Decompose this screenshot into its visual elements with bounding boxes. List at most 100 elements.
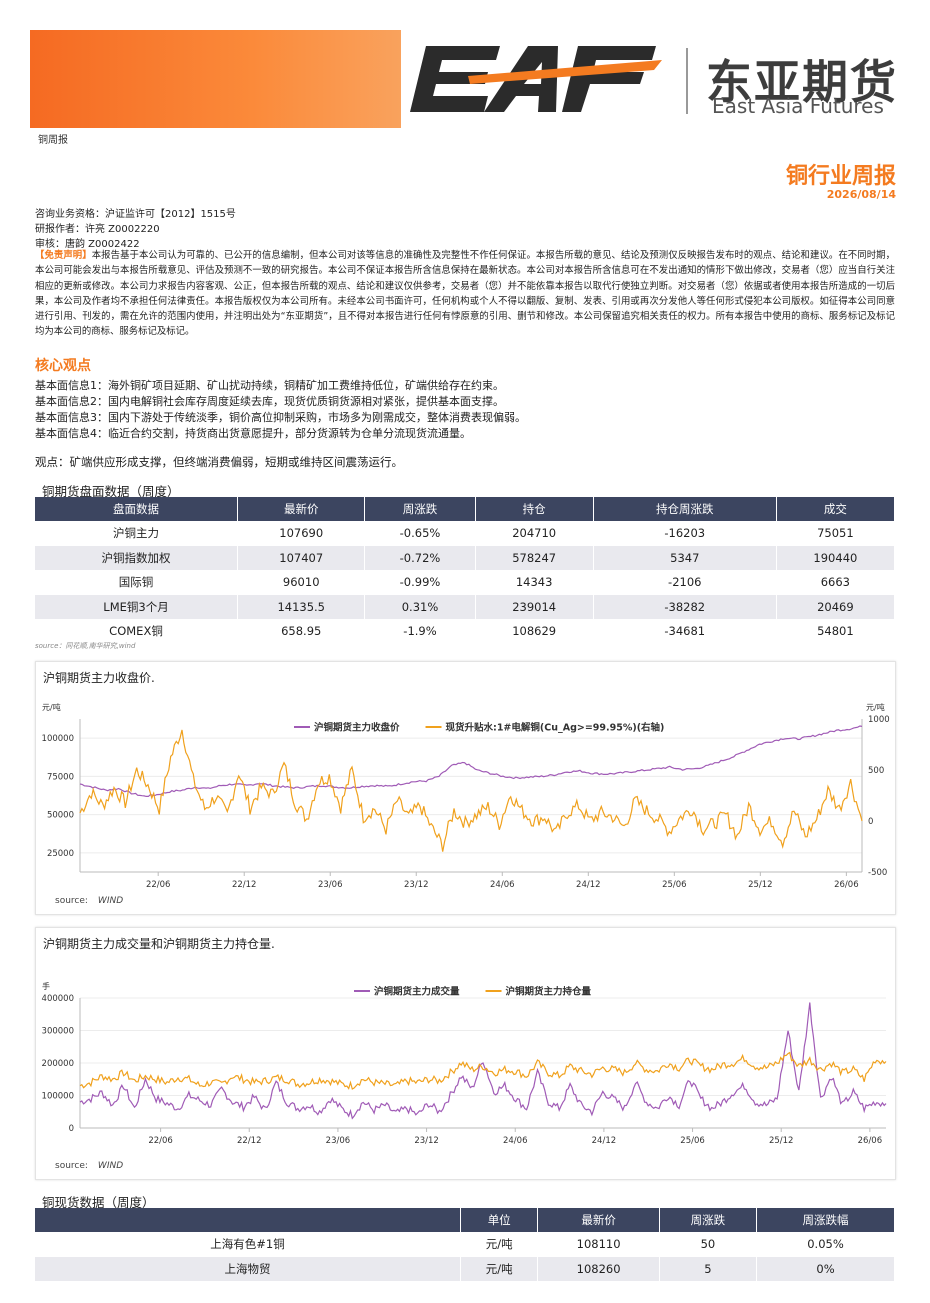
core-item: 基本面信息4：临近合约交割，持货商出货意愿提升，部分货源转为仓单分流现货流通量。 bbox=[35, 427, 471, 440]
table-header: 周涨跌幅 bbox=[756, 1208, 895, 1232]
chart2-source-label: source: bbox=[55, 1161, 88, 1171]
logo-divider bbox=[686, 48, 688, 114]
y-axis-unit: 元/吨 bbox=[42, 702, 61, 712]
y-tick-label: 100000 bbox=[42, 1092, 74, 1102]
table-cell: 元/吨 bbox=[460, 1256, 539, 1281]
y-tick-label: 100000 bbox=[42, 734, 74, 744]
chart2-svg: 沪铜期货主力成交量 沪铜期货主力持仓量 手 400000 300000 200000 100… bbox=[42, 981, 887, 1146]
chart1-title: 沪铜期货主力收盘价. bbox=[43, 671, 155, 685]
series-line bbox=[79, 1051, 887, 1090]
x-tick-label: 26/06 bbox=[834, 880, 859, 890]
table-header: 周涨跌 bbox=[659, 1208, 758, 1232]
futures-table: 盘面数据 最新价 周涨跌 持仓 持仓周涨跌 成交 沪铜主力 107690 -0.65… bbox=[35, 497, 896, 644]
chart1-source-label: source: bbox=[55, 896, 88, 906]
table-row: 国际铜 96010 -0.99% 14343 -2106 6663 bbox=[35, 570, 896, 595]
table-cell: 108629 bbox=[475, 619, 594, 644]
x-tick-label: 25/12 bbox=[769, 1136, 794, 1146]
table-cell: 108110 bbox=[537, 1232, 660, 1257]
table-cell: 5347 bbox=[593, 545, 777, 570]
core-views-heading: 核心观点 bbox=[35, 358, 91, 374]
table-cell: 上海有色#1铜 bbox=[35, 1232, 461, 1257]
table-row: 沪铜主力 107690 -0.65% 204710 -16203 75051 bbox=[35, 521, 896, 546]
y-axis-unit: 手 bbox=[42, 981, 50, 991]
x-tick-label: 22/06 bbox=[148, 1136, 173, 1146]
chart1-panel: 沪铜期货主力收盘价. 沪铜期货主力收盘价 现货升贴水:1#电解铜(Cu_Ag>=9… bbox=[35, 661, 896, 915]
table-cell: 96010 bbox=[237, 570, 366, 595]
table-header: 最新价 bbox=[237, 497, 366, 521]
table-cell: -0.72% bbox=[364, 545, 476, 570]
table-cell: 239014 bbox=[475, 594, 594, 619]
table-header bbox=[35, 1208, 461, 1232]
spot-table: 单位 最新价 周涨跌 周涨跌幅 上海有色#1铜 元/吨 108110 50 0.05% … bbox=[35, 1208, 895, 1281]
license-info: 咨询业务资格：沪证监许可【2012】1515号 bbox=[35, 209, 236, 220]
chart1-svg: 沪铜期货主力收盘价 现货升贴水:1#电解铜(Cu_Ag>=99.95%)(右轴) 元… bbox=[42, 702, 890, 890]
y-tick-label: 300000 bbox=[42, 1027, 74, 1037]
table-cell: 14135.5 bbox=[237, 594, 366, 619]
table-cell: 元/吨 bbox=[460, 1232, 539, 1257]
table-row: LME铜3个月 14135.5 0.31% 239014 -38282 20469 bbox=[35, 594, 896, 619]
y-right-tick-label: -500 bbox=[868, 868, 887, 878]
y-tick-label: 200000 bbox=[42, 1059, 74, 1069]
table-cell: 50 bbox=[659, 1232, 758, 1257]
core-item: 基本面信息2：国内电解铜社会库存周度延续去库，现货优质铜货源相对紧张，提供基本面… bbox=[35, 395, 504, 408]
x-tick-label: 25/06 bbox=[662, 880, 687, 890]
chart2-title: 沪铜期货主力成交量和沪铜期货主力持仓量. bbox=[43, 937, 275, 951]
table-cell: 上海物贸 bbox=[35, 1256, 461, 1281]
table-cell: 75051 bbox=[776, 521, 896, 546]
opinion-text: 观点：矿端供应形成支撑，但终端消费偏弱，短期或维持区间震荡运行。 bbox=[35, 455, 403, 469]
table-cell: 190440 bbox=[776, 545, 896, 570]
x-tick-label: 22/12 bbox=[232, 880, 257, 890]
report-title: 铜行业周报 bbox=[785, 164, 896, 189]
table-header: 最新价 bbox=[537, 1208, 660, 1232]
y-tick-label: 400000 bbox=[42, 994, 74, 1004]
table-cell: LME铜3个月 bbox=[35, 594, 238, 619]
y-right-axis-unit: 元/吨 bbox=[866, 702, 885, 712]
core-item: 基本面信息1：海外铜矿项目延期、矿山扰动持续，铜精矿加工费维持低位，矿端供给存在… bbox=[35, 379, 504, 392]
table-cell: 0.05% bbox=[756, 1232, 895, 1257]
table-cell: 国际铜 bbox=[35, 570, 238, 595]
series-line bbox=[79, 725, 863, 797]
futures-table-source: source：同花顺,南华研究,wind bbox=[35, 642, 136, 650]
disclaimer: 【免责声明】本报告基于本公司认为可靠的、已公开的信息编制，但本公司对该等信息的准… bbox=[35, 248, 895, 340]
table-cell: 14343 bbox=[475, 570, 594, 595]
table-cell: 204710 bbox=[475, 521, 594, 546]
core-item: 基本面信息3：国内下游处于传统淡季，铜价高位抑制采购，市场多为刚需成交，整体消费… bbox=[35, 411, 526, 424]
table-cell: 沪铜主力 bbox=[35, 521, 238, 546]
table-cell: 107407 bbox=[237, 545, 366, 570]
table-cell: -2106 bbox=[593, 570, 777, 595]
legend-label: 现货升贴水:1#电解铜(Cu_Ag>=99.95%)(右轴) bbox=[446, 722, 665, 734]
table-cell: COMEX铜 bbox=[35, 619, 238, 644]
table-header: 持仓 bbox=[475, 497, 594, 521]
chart2-panel: 沪铜期货主力成交量和沪铜期货主力持仓量. 沪铜期货主力成交量 沪铜期货主力持仓量 手… bbox=[35, 927, 896, 1180]
chart1-source-value: WIND bbox=[97, 896, 124, 906]
table-cell: 0% bbox=[756, 1256, 895, 1281]
x-tick-label: 26/06 bbox=[858, 1136, 883, 1146]
x-tick-label: 24/12 bbox=[576, 880, 601, 890]
x-tick-label: 22/06 bbox=[146, 880, 171, 890]
table-cell: 107690 bbox=[237, 521, 366, 546]
table-header: 持仓周涨跌 bbox=[593, 497, 777, 521]
table-cell: 20469 bbox=[776, 594, 896, 619]
x-tick-label: 24/06 bbox=[503, 1136, 528, 1146]
y-right-tick-label: 1000 bbox=[868, 715, 890, 725]
table-cell: 54801 bbox=[776, 619, 896, 644]
table-cell: 0.31% bbox=[364, 594, 476, 619]
table-cell: 5 bbox=[659, 1256, 758, 1281]
disclaimer-tag: 【免责声明】 bbox=[35, 250, 92, 261]
x-tick-label: 22/12 bbox=[237, 1136, 262, 1146]
table-cell: -1.9% bbox=[364, 619, 476, 644]
table-cell: 658.95 bbox=[237, 619, 366, 644]
x-tick-label: 24/06 bbox=[490, 880, 515, 890]
table-row: 沪铜指数加权 107407 -0.72% 578247 5347 190440 bbox=[35, 545, 896, 570]
table-cell: -38282 bbox=[593, 594, 777, 619]
table-header: 成交 bbox=[776, 497, 896, 521]
legend-label: 沪铜期货主力成交量 bbox=[374, 986, 460, 998]
chart2-source-value: WIND bbox=[97, 1161, 124, 1171]
header-orange-banner bbox=[30, 30, 401, 128]
x-tick-label: 23/06 bbox=[318, 880, 343, 890]
table-cell: 108260 bbox=[537, 1256, 660, 1281]
x-tick-label: 24/12 bbox=[592, 1136, 617, 1146]
table-cell: -0.99% bbox=[364, 570, 476, 595]
chart2-source: source: WIND bbox=[55, 1161, 123, 1171]
y-tick-label: 0 bbox=[69, 1124, 74, 1134]
